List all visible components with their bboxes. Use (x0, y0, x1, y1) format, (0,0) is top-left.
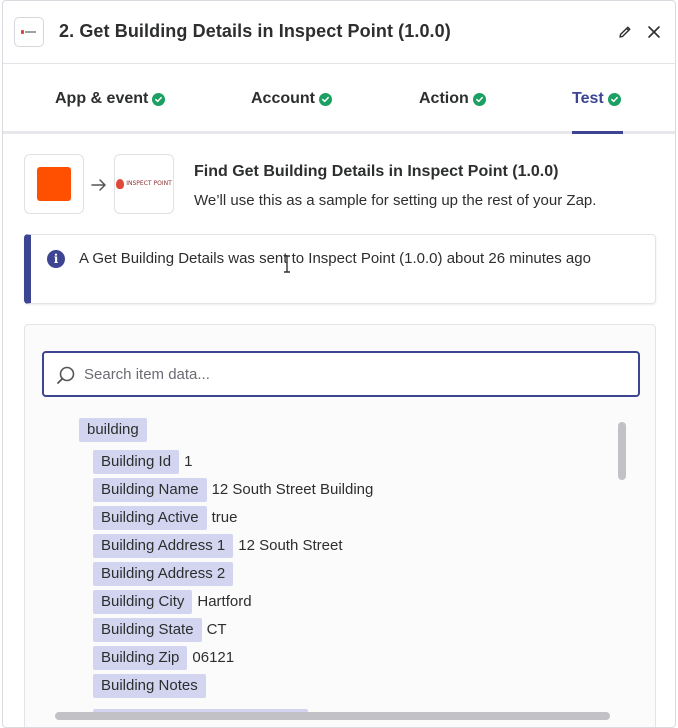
trigger-app-card (24, 154, 84, 214)
tree-root-row: building (79, 418, 147, 442)
data-key-chip[interactable]: Building Notes (93, 674, 206, 698)
alert-message: A Get Building Details was sent to Inspe… (79, 250, 591, 267)
logo-text: INSPECT POINT (126, 180, 172, 187)
arrow-right-icon (91, 179, 106, 191)
zapier-trigger-icon (37, 167, 71, 201)
data-key-chip[interactable]: Building Address 2 (93, 562, 234, 586)
action-app-card: INSPECT POINT (114, 154, 174, 214)
search-input[interactable] (84, 363, 624, 385)
vertical-scrollbar[interactable] (618, 422, 626, 480)
data-value: 1 (184, 453, 193, 470)
tab-label: Test (572, 90, 604, 107)
data-key-chip[interactable]: Building Name (93, 478, 207, 502)
search-item-data-field[interactable] (42, 351, 640, 397)
check-circle-icon (319, 92, 332, 106)
data-value: CT (206, 621, 227, 638)
tab-test[interactable]: Test (572, 90, 621, 108)
data-row: Building City Hartford (93, 590, 252, 614)
pencil-icon (619, 26, 631, 38)
data-key-chip[interactable]: building (79, 418, 147, 442)
tab-app-event[interactable]: App & event (55, 90, 166, 108)
close-button[interactable] (643, 21, 665, 43)
test-step-subtitle: We’ll use this as a sample for setting u… (194, 192, 597, 209)
info-icon: i (47, 250, 65, 268)
data-row: Building Address 2 (93, 562, 238, 586)
tab-label: Account (251, 90, 315, 107)
close-icon (648, 26, 660, 38)
data-row: Building Active true (93, 506, 237, 530)
inspect-point-logo-icon: INSPECT POINT (116, 179, 172, 189)
active-tab-indicator (572, 131, 623, 134)
data-row: Building State CT (93, 618, 227, 642)
edit-title-button[interactable] (614, 21, 636, 43)
data-key-chip[interactable]: Building Id (93, 450, 180, 474)
tab-action[interactable]: Action (419, 90, 486, 108)
data-value: 12 South Street Building (211, 481, 374, 498)
search-icon (57, 366, 75, 384)
tab-label: Action (419, 90, 469, 107)
step-panel: 2. Get Building Details in Inspect Point… (2, 0, 676, 728)
data-row: Building Address 1 12 South Street (93, 534, 343, 558)
inspect-point-logo-icon (21, 30, 37, 35)
tab-account[interactable]: Account (251, 90, 332, 108)
data-value: true (211, 509, 238, 526)
data-key-chip[interactable]: Building City (93, 590, 193, 614)
data-value: Hartford (197, 593, 252, 610)
test-step-title: Find Get Building Details in Inspect Poi… (194, 163, 559, 180)
step-tabs: App & event Account Action Test (3, 64, 675, 134)
data-row: Building Notes (93, 674, 211, 698)
info-alert: i A Get Building Details was sent to Ins… (24, 234, 656, 304)
data-key-chip[interactable]: Building Address 1 (93, 534, 234, 558)
data-value: 12 South Street (238, 537, 343, 554)
horizontal-scrollbar[interactable] (55, 712, 610, 720)
data-row: Building Name 12 South Street Building (93, 478, 373, 502)
tab-label: App & event (55, 90, 149, 107)
panel-header: 2. Get Building Details in Inspect Point… (3, 1, 675, 64)
check-circle-icon (472, 92, 486, 106)
data-row: Building Id 1 (93, 450, 192, 474)
data-row: Building Zip 06121 (93, 646, 234, 670)
check-circle-icon (152, 92, 166, 106)
step-title: 2. Get Building Details in Inspect Point… (59, 21, 451, 41)
check-circle-icon (607, 92, 621, 106)
inspect-point-app-icon (14, 17, 44, 47)
data-key-chip[interactable]: Building Zip (93, 646, 188, 670)
text-cursor-icon (284, 255, 290, 273)
data-key-chip[interactable]: Building Active (93, 506, 207, 530)
data-key-chip[interactable]: Building State (93, 618, 202, 642)
data-value: 06121 (192, 649, 235, 666)
